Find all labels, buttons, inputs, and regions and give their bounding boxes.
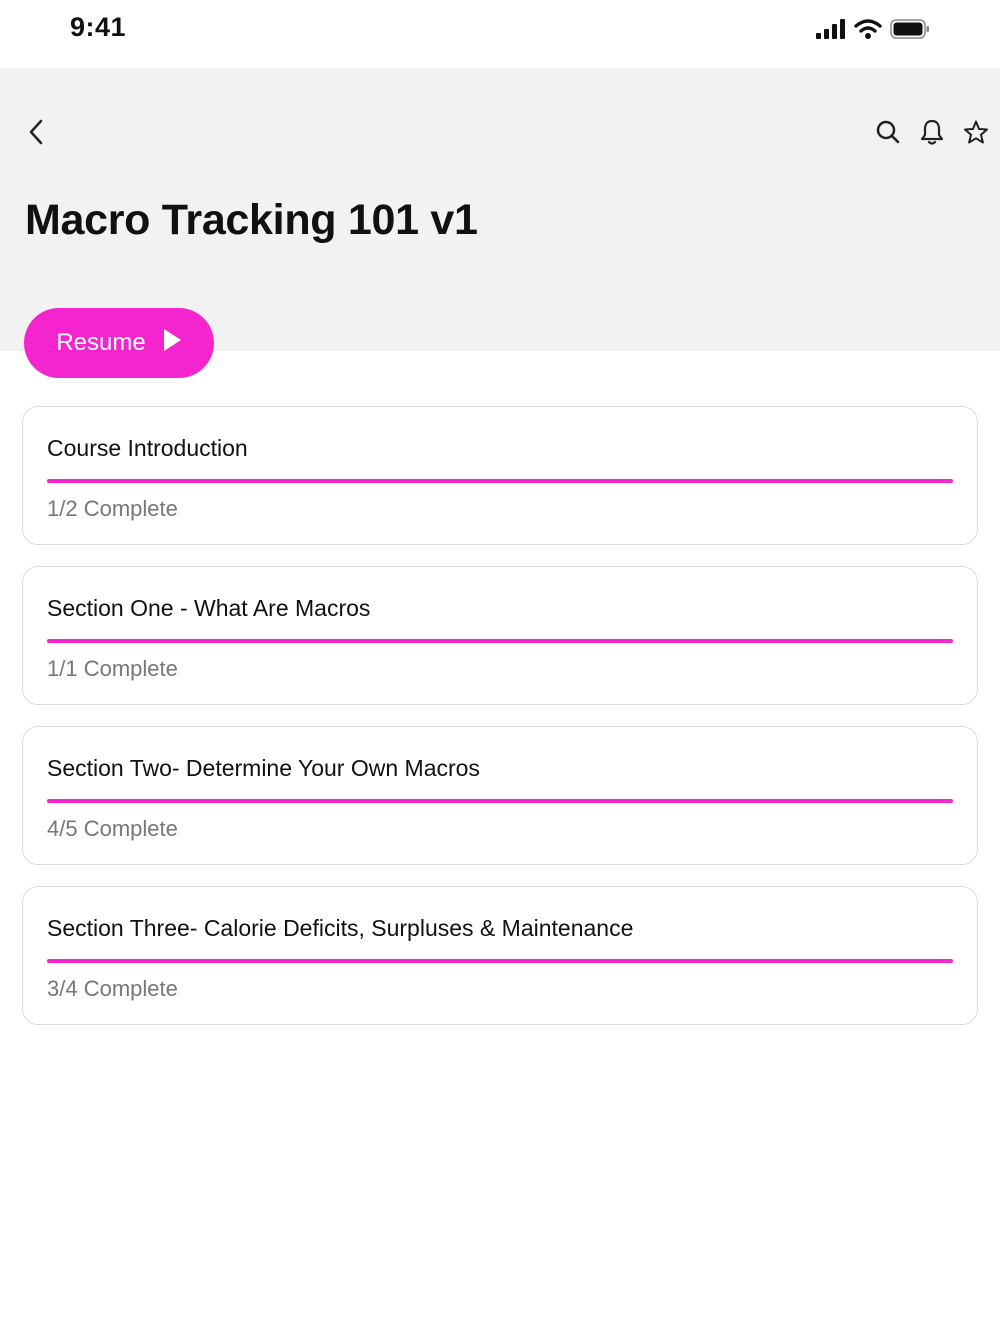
chevron-left-icon <box>26 117 46 152</box>
section-card[interactable]: Section One - What Are Macros 1/1 Comple… <box>22 566 978 705</box>
wifi-icon <box>854 18 882 45</box>
play-icon <box>162 328 182 359</box>
notifications-button[interactable] <box>916 118 948 150</box>
section-card[interactable]: Section Two- Determine Your Own Macros 4… <box>22 726 978 865</box>
section-status: 1/2 Complete <box>47 496 178 521</box>
star-icon <box>963 119 989 150</box>
status-icons <box>816 18 930 45</box>
resume-button-label: Resume <box>56 329 146 356</box>
header-actions <box>872 118 992 150</box>
search-icon <box>875 119 901 150</box>
status-time: 9:41 <box>70 12 127 42</box>
progress-fill <box>47 799 953 803</box>
section-card[interactable]: Section Three- Calorie Deficits, Surplus… <box>22 886 978 1025</box>
progress-fill <box>47 639 953 643</box>
favorite-button[interactable] <box>960 118 992 150</box>
search-button[interactable] <box>872 118 904 150</box>
section-title: Section Two- Determine Your Own Macros <box>47 755 480 781</box>
section-card[interactable]: Course Introduction 1/2 Complete <box>22 406 978 545</box>
progress-bar <box>47 479 953 483</box>
back-button[interactable] <box>20 118 52 150</box>
progress-bar <box>47 639 953 643</box>
section-title: Section One - What Are Macros <box>47 595 371 621</box>
bell-icon <box>919 118 945 151</box>
status-bar: 9:41 <box>0 0 1000 68</box>
progress-fill <box>47 479 953 483</box>
resume-button[interactable]: Resume <box>24 308 214 378</box>
progress-bar <box>47 799 953 803</box>
page-title: Macro Tracking 101 v1 <box>25 196 478 244</box>
battery-icon <box>890 18 930 45</box>
cellular-signal-icon <box>816 18 846 45</box>
section-status: 4/5 Complete <box>47 816 178 841</box>
progress-bar <box>47 959 953 963</box>
section-list: Course Introduction 1/2 Complete Section… <box>22 406 978 1046</box>
section-title: Section Three- Calorie Deficits, Surplus… <box>47 915 634 941</box>
progress-fill <box>47 959 953 963</box>
section-status: 3/4 Complete <box>47 976 178 1001</box>
section-status: 1/1 Complete <box>47 656 178 681</box>
section-title: Course Introduction <box>47 435 248 461</box>
